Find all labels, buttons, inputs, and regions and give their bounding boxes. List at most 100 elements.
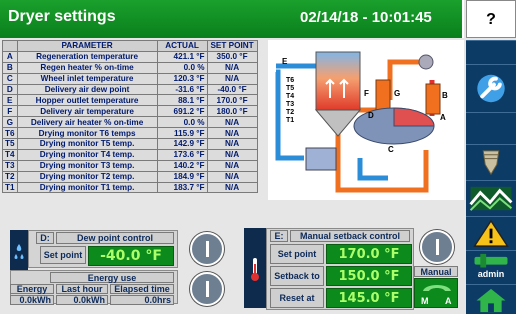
manual-auto-toggle[interactable]: M A <box>414 278 458 308</box>
row-actual: 120.3 °F <box>156 72 208 85</box>
help-button[interactable]: ? <box>466 0 516 38</box>
diagram-label-t5: T5 <box>286 85 294 92</box>
diagram-label-f: F <box>364 89 369 98</box>
dew-setpoint-value[interactable]: -40.0 °F <box>88 246 174 266</box>
water-drop-icon <box>14 244 24 259</box>
row-parameter: Delivery air heater % on-time <box>16 116 158 129</box>
reset-at-value[interactable]: 145.0 °F <box>326 288 412 308</box>
row-setpoint: -40.0 °F <box>206 83 258 96</box>
row-parameter: Drying monitor T4 temp. <box>16 148 158 161</box>
row-setpoint: 170.0 °F <box>206 94 258 107</box>
dew-point-tag: D: <box>36 232 54 244</box>
row-parameter: Drying monitor T2 temp. <box>16 170 158 183</box>
energy-power-button[interactable] <box>190 272 224 306</box>
table-row: T6 Drying monitor T6 temps 115.9 °F N/A <box>2 127 258 140</box>
row-parameter: Drying monitor T1 temp. <box>16 181 158 194</box>
diagram-label-c: C <box>388 145 394 154</box>
table-row: T2 Drying monitor T2 temp. 184.9 °F N/A <box>2 170 258 183</box>
row-actual: 142.9 °F <box>156 138 208 150</box>
table-row: T1 Drying monitor T1 temp. 183.7 °F N/A <box>2 181 258 194</box>
dew-setpoint-label: Set point <box>40 246 86 264</box>
setback-icon-box <box>244 228 266 308</box>
dew-point-icon-box <box>10 230 28 270</box>
hopper <box>315 51 361 111</box>
handset-icon <box>423 285 451 291</box>
setback-setpoint-label: Set point <box>270 244 324 264</box>
warning-icon <box>473 219 509 247</box>
row-setpoint: 180.0 °F <box>206 105 258 118</box>
energy-value-elapsed: 0.0hrs <box>110 295 174 305</box>
table-row: G Delivery air heater % on-time 0.0 % N/A <box>2 116 258 129</box>
diagram-label-a: A <box>440 113 446 122</box>
nav-alarm-button[interactable] <box>466 216 516 250</box>
energy-value-last-hour: 0.0kWh <box>56 295 108 305</box>
energy-header-last-hour: Last hour <box>56 284 108 294</box>
row-key: G <box>2 116 18 129</box>
setback-to-value[interactable]: 150.0 °F <box>326 266 412 286</box>
row-actual: -31.6 °F <box>156 83 208 96</box>
row-setpoint: N/A <box>206 159 258 172</box>
mode-label: Manual <box>414 266 458 277</box>
setback-power-button[interactable] <box>420 230 454 264</box>
diagram-label-e: E <box>282 57 288 66</box>
datetime-display: 02/14/18 - 10:01:45 <box>300 9 432 26</box>
nav-tools-button[interactable] <box>466 64 516 112</box>
thermometer-icon <box>251 258 259 281</box>
nav-admin-button[interactable]: admin <box>466 250 516 284</box>
row-parameter: Drying monitor T6 temps <box>16 127 158 140</box>
row-setpoint: 350.0 °F <box>206 50 258 63</box>
row-key: D <box>2 83 18 96</box>
row-key: E <box>2 94 18 107</box>
row-parameter: Wheel inlet temperature <box>16 72 158 85</box>
table-header-setpoint: SET POINT <box>206 40 258 52</box>
row-setpoint: N/A <box>206 127 258 140</box>
row-parameter: Delivery air dew point <box>16 83 158 96</box>
nav-home-button[interactable] <box>466 284 516 314</box>
diagram-label-t2: T2 <box>286 109 294 116</box>
diagram-label-g: G <box>394 89 400 98</box>
row-parameter: Regen heater % on-time <box>16 61 158 74</box>
row-actual: 88.1 °F <box>156 94 208 107</box>
diagram-label-t4: T4 <box>286 93 294 100</box>
row-key: B <box>2 61 18 74</box>
row-parameter: Drying monitor T3 temp. <box>16 159 158 172</box>
row-key: T3 <box>2 159 18 172</box>
regen-blower <box>418 54 434 70</box>
energy-header-energy: Energy <box>10 284 54 294</box>
page-title: Dryer settings <box>8 8 116 25</box>
home-icon <box>476 288 506 313</box>
dryer-process-diagram: E T6 T5 T4 T3 T2 T1 F G B D A C <box>268 40 464 200</box>
energy-header-elapsed: Elapsed time <box>110 284 174 294</box>
row-setpoint: N/A <box>206 61 258 74</box>
row-actual: 173.6 °F <box>156 148 208 161</box>
dew-point-power-button[interactable] <box>190 232 224 266</box>
nav-trend-button[interactable] <box>466 180 516 216</box>
row-actual: 184.9 °F <box>156 170 208 183</box>
row-actual: 421.1 °F <box>156 50 208 63</box>
mode-m-label: M <box>421 296 429 306</box>
row-actual: 0.0 % <box>156 61 208 74</box>
admin-icon <box>474 253 508 268</box>
row-parameter: Regeneration temperature <box>16 50 158 63</box>
row-actual: 115.9 °F <box>156 127 208 140</box>
table-row: D Delivery air dew point -31.6 °F -40.0 °F <box>2 83 258 96</box>
hopper-icon <box>482 150 500 176</box>
mode-a-label: A <box>445 296 452 306</box>
table-row: T5 Drying monitor T5 temp. 142.9 °F N/A <box>2 138 258 150</box>
table-header-actual: ACTUAL <box>156 40 208 52</box>
regen-heater <box>425 83 441 115</box>
energy-value-energy: 0.0kWh <box>10 295 54 305</box>
row-parameter: Drying monitor T5 temp. <box>16 138 158 150</box>
diagram-label-t6: T6 <box>286 77 294 84</box>
admin-label: admin <box>477 269 505 279</box>
row-setpoint: N/A <box>206 116 258 129</box>
setback-setpoint-value[interactable]: 170.0 °F <box>326 244 412 264</box>
table-row: T4 Drying monitor T4 temp. 173.6 °F N/A <box>2 148 258 161</box>
setback-to-label: Setback to <box>270 266 324 286</box>
table-header-parameter: PARAMETER <box>16 40 158 52</box>
table-row: B Regen heater % on-time 0.0 % N/A <box>2 61 258 74</box>
table-row: A Regeneration temperature 421.1 °F 350.0 °… <box>2 50 258 63</box>
nav-hopper-button[interactable] <box>466 144 516 180</box>
dew-point-title: Dew point control <box>56 232 174 244</box>
row-actual: 0.0 % <box>156 116 208 129</box>
